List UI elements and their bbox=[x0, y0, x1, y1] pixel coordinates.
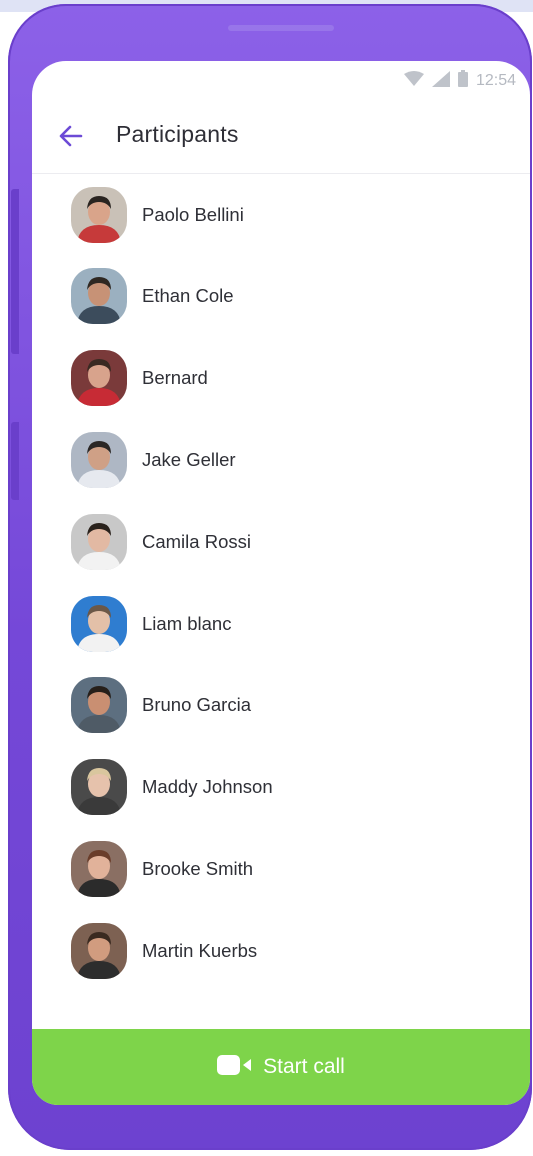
volume-button bbox=[11, 189, 19, 354]
participant-name: Maddy Johnson bbox=[142, 776, 273, 798]
status-time: 12:54 bbox=[475, 72, 516, 89]
screenshot-canvas: 12:54 Participants Sonia GarvichPaolo Be… bbox=[0, 0, 533, 1156]
participant-row[interactable]: Ethan Cole bbox=[32, 256, 530, 338]
participant-name: Brooke Smith bbox=[142, 858, 254, 880]
avatar bbox=[71, 513, 127, 570]
app-screen: 12:54 Participants Sonia GarvichPaolo Be… bbox=[32, 61, 530, 1105]
participant-row[interactable]: Bernard bbox=[32, 337, 530, 419]
wifi-icon bbox=[403, 70, 424, 92]
start-call-button[interactable]: Start call bbox=[32, 1029, 530, 1105]
avatar bbox=[71, 350, 127, 407]
participant-row[interactable]: Maddy Johnson bbox=[32, 746, 530, 828]
avatar bbox=[71, 677, 127, 734]
participant-name: Martin Kuerbs bbox=[142, 939, 258, 961]
participant-row[interactable]: Martin Kuerbs bbox=[32, 910, 530, 992]
participant-row[interactable]: Brooke Smith bbox=[32, 828, 530, 910]
participant-name: Liam blanc bbox=[142, 612, 232, 634]
battery-icon bbox=[457, 70, 468, 92]
avatar bbox=[71, 268, 127, 325]
power-button bbox=[11, 422, 19, 500]
participant-name: Jake Geller bbox=[142, 449, 236, 471]
avatar bbox=[71, 432, 127, 489]
app-header: Participants bbox=[32, 101, 530, 174]
avatar bbox=[71, 595, 127, 652]
signal-icon bbox=[431, 70, 450, 92]
phone-frame: 12:54 Participants Sonia GarvichPaolo Be… bbox=[8, 4, 532, 1150]
arrow-left-icon bbox=[59, 125, 83, 147]
participant-row[interactable]: Jake Geller bbox=[32, 419, 530, 501]
page-title: Participants bbox=[116, 121, 239, 147]
participant-row[interactable]: Liam blanc bbox=[32, 583, 530, 665]
participant-name: Ethan Cole bbox=[142, 285, 234, 307]
avatar bbox=[71, 841, 127, 898]
status-bar: 12:54 bbox=[403, 61, 530, 101]
participant-row[interactable]: Paolo Bellini bbox=[32, 174, 530, 256]
participant-name: Camila Rossi bbox=[142, 530, 251, 552]
earpiece-speaker bbox=[228, 25, 334, 31]
participant-name: Bruno Garcia bbox=[142, 694, 251, 716]
participant-name: Bernard bbox=[142, 367, 208, 389]
participant-row[interactable]: Camila Rossi bbox=[32, 501, 530, 583]
start-call-label: Start call bbox=[263, 1055, 345, 1078]
participants-list-inner: Sonia GarvichPaolo BelliniEthan ColeBern… bbox=[32, 174, 530, 992]
avatar bbox=[71, 922, 127, 979]
participant-name: Paolo Bellini bbox=[142, 203, 244, 225]
participants-list[interactable]: Sonia GarvichPaolo BelliniEthan ColeBern… bbox=[32, 174, 530, 1029]
avatar bbox=[71, 186, 127, 243]
video-camera-icon bbox=[217, 1054, 253, 1081]
participant-row[interactable]: Bruno Garcia bbox=[32, 665, 530, 747]
avatar bbox=[71, 759, 127, 816]
back-button[interactable] bbox=[56, 121, 86, 151]
